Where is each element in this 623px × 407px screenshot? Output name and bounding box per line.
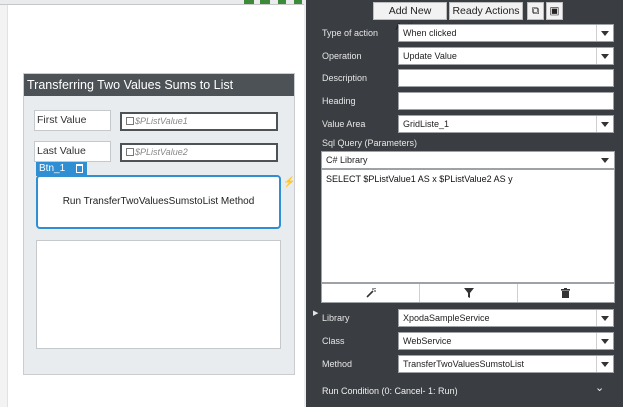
method-label: Method: [322, 359, 353, 369]
operation-label: Operation: [322, 51, 362, 61]
value-area-label: Value Area: [322, 119, 366, 129]
grid-list[interactable]: [36, 240, 281, 349]
filter-icon: [464, 288, 474, 298]
first-value-input[interactable]: $PListValue1: [120, 112, 278, 131]
value-area-select[interactable]: GridListe_1: [398, 115, 614, 133]
button-tag-label: Btn_1: [39, 163, 66, 174]
sql-library-select[interactable]: C# Library: [321, 151, 615, 169]
library-label: Library: [322, 313, 350, 323]
last-value-label: Last Value: [34, 141, 111, 162]
chevron-down-icon[interactable]: [596, 48, 613, 64]
copy-icon[interactable]: ⧉: [527, 2, 544, 20]
delete-button[interactable]: [518, 284, 614, 302]
sql-query-label: Sql Query (Parameters): [322, 138, 418, 148]
operation-select[interactable]: Update Value: [398, 47, 614, 65]
last-value-placeholder: $PListValue2: [135, 147, 188, 157]
sql-toolbar: [321, 283, 615, 303]
chevron-down-icon[interactable]: [596, 356, 613, 372]
type-of-action-value: When clicked: [403, 28, 457, 38]
description-input[interactable]: [398, 69, 614, 87]
ready-actions-label: Ready Actions: [452, 5, 520, 17]
add-new-action-button[interactable]: Add New Action: [373, 2, 447, 33]
sql-library-value: C# Library: [326, 155, 368, 165]
field-icon: [126, 148, 134, 156]
form-title: Transferring Two Values Sums to List: [24, 74, 294, 96]
chevron-down-icon[interactable]: [596, 333, 613, 349]
chevron-down-icon[interactable]: ⌄: [595, 381, 604, 394]
class-value: WebService: [403, 336, 452, 346]
method-select[interactable]: TransferTwoValuesSumstoList: [398, 355, 614, 373]
design-canvas: Transferring Two Values Sums to List Fir…: [0, 4, 304, 407]
type-of-action-label: Type of action: [322, 28, 379, 38]
action-panel: Add New Action Ready Actions ▼ ⧉ ▣ Type …: [306, 0, 623, 407]
heading-input[interactable]: [398, 92, 614, 110]
last-value-input[interactable]: $PListValue2: [120, 143, 278, 162]
value-area-value: GridListe_1: [403, 119, 450, 129]
canvas-left-gutter: [0, 5, 8, 407]
run-method-button-label: Run TransferTwoValuesSumstoList Method: [62, 196, 255, 207]
app-window: Transferring Two Values Sums to List Fir…: [0, 0, 623, 407]
wand-icon: [366, 288, 376, 298]
field-icon: [126, 117, 134, 125]
paste-icon[interactable]: ▣: [546, 2, 563, 20]
collapse-arrow-icon[interactable]: ▶: [313, 309, 318, 317]
chevron-down-icon[interactable]: [596, 116, 613, 132]
chevron-down-icon[interactable]: [596, 25, 613, 41]
ready-actions-button[interactable]: Ready Actions ▼: [449, 2, 523, 32]
wand-button[interactable]: [322, 284, 420, 302]
trash-icon[interactable]: [76, 164, 83, 173]
library-value: XpodaSampleService: [403, 313, 490, 323]
trash-icon: [561, 288, 570, 298]
class-label: Class: [322, 336, 345, 346]
library-select[interactable]: XpodaSampleService: [398, 309, 614, 327]
class-select[interactable]: WebService: [398, 332, 614, 350]
heading-label: Heading: [322, 96, 356, 106]
operation-value: Update Value: [403, 51, 457, 61]
filter-button[interactable]: [420, 284, 518, 302]
button-tag[interactable]: Btn_1: [36, 162, 87, 176]
chevron-down-icon[interactable]: [597, 152, 614, 168]
first-value-placeholder: $PListValue1: [135, 116, 188, 126]
run-condition-label: Run Condition (0: Cancel- 1: Run): [322, 386, 458, 396]
type-of-action-select[interactable]: When clicked: [398, 24, 614, 42]
run-method-button[interactable]: Run TransferTwoValuesSumstoList Method: [36, 175, 281, 229]
method-value: TransferTwoValuesSumstoList: [403, 359, 525, 369]
description-label: Description: [322, 73, 368, 83]
chevron-down-icon[interactable]: [596, 310, 613, 326]
form-panel[interactable]: Transferring Two Values Sums to List Fir…: [23, 73, 295, 375]
sql-query-editor[interactable]: SELECT $PListValue1 AS x $PListValue2 AS…: [321, 169, 615, 283]
bolt-icon[interactable]: ⚡: [283, 177, 295, 188]
first-value-label: First Value: [34, 110, 111, 131]
